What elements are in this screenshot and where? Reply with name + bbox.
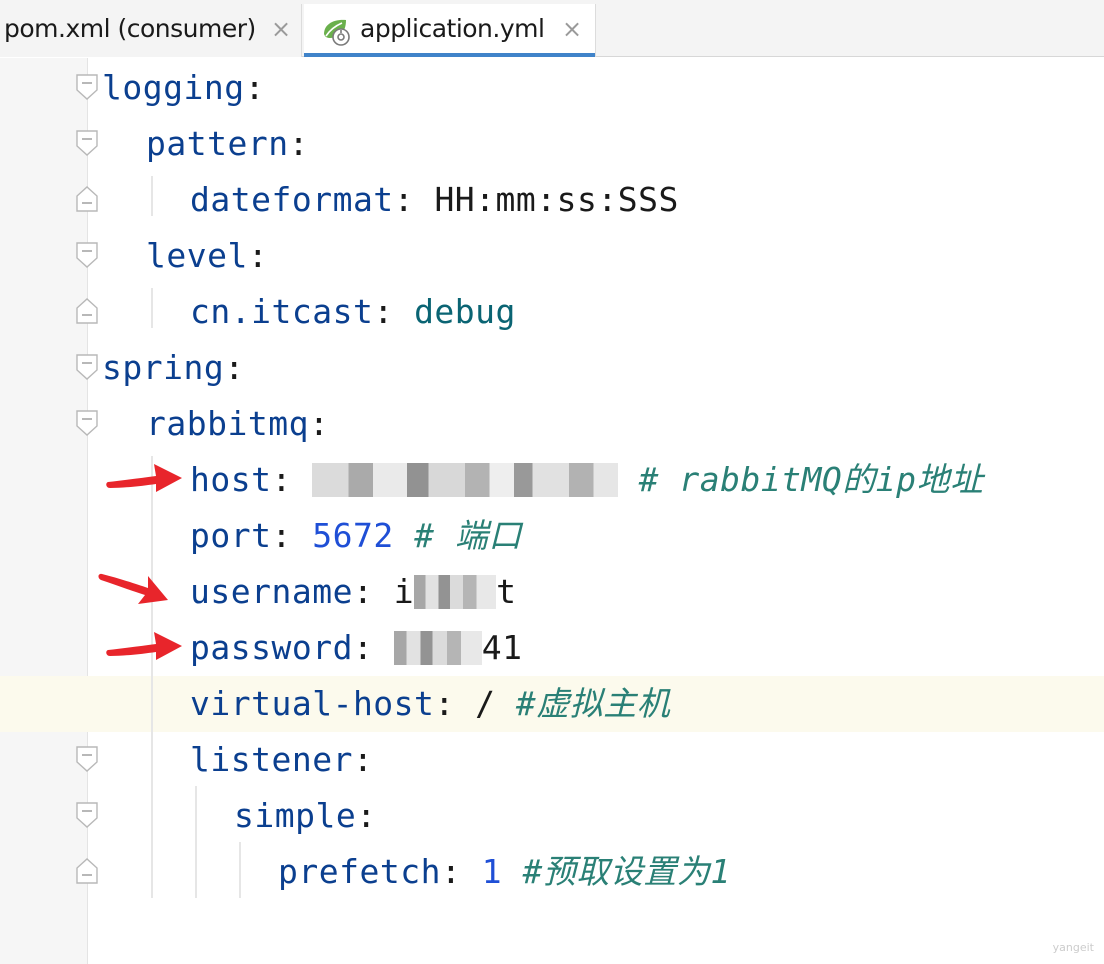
code-line-level[interactable]: level:: [146, 228, 268, 284]
yaml-colon: :: [352, 628, 374, 667]
yaml-key: host: [190, 460, 272, 499]
yaml-colon: :: [308, 404, 330, 443]
yaml-value: HH:mm:ss:SSS: [434, 180, 679, 219]
yaml-key: rabbitmq: [146, 404, 309, 443]
code-line-simple[interactable]: simple:: [234, 788, 377, 844]
fold-marker-icon[interactable]: [76, 242, 98, 268]
active-tab-indicator: [304, 53, 595, 57]
code-line-host[interactable]: host: # rabbitMQ的ip地址: [190, 452, 984, 508]
yaml-colon: :: [393, 180, 415, 219]
code-line-prefetch[interactable]: prefetch: 1 #预取设置为1: [278, 844, 731, 900]
yaml-value: debug: [414, 292, 516, 331]
tab-label: pom.xml (consumer): [4, 14, 256, 43]
code-line-username[interactable]: username: i t: [190, 564, 516, 620]
yaml-value: /: [475, 684, 496, 723]
host-line-arrow: [106, 464, 182, 492]
yaml-colon: :: [271, 460, 292, 499]
tab-label: application.yml: [360, 14, 545, 43]
yaml-comment: #预取设置为1: [522, 852, 731, 891]
yaml-colon: :: [288, 124, 309, 163]
yaml-value: 5672: [312, 516, 394, 555]
close-icon[interactable]: ×: [562, 17, 582, 41]
code-line-spring[interactable]: spring:: [102, 340, 245, 396]
tab-pom-xml[interactable]: pom.xml (consumer) ×: [0, 4, 302, 57]
yaml-key: prefetch: [278, 852, 441, 891]
yaml-colon: :: [244, 68, 265, 107]
editor-gutter: [0, 58, 88, 964]
code-editor[interactable]: logging: pattern: dateformat: HH:mm:ss:S…: [0, 58, 1104, 964]
yaml-key: virtual-host: [190, 684, 435, 723]
yaml-key: logging: [102, 68, 245, 107]
yaml-key: cn.itcast: [190, 292, 374, 331]
spring-leaf-icon: [324, 19, 350, 46]
redacted-password: [393, 630, 482, 665]
fold-marker-icon[interactable]: [76, 410, 98, 436]
yaml-value-end: 41: [481, 628, 523, 667]
indent-guide: [151, 288, 153, 328]
fold-marker-icon[interactable]: [76, 74, 98, 100]
code-line-logging[interactable]: logging:: [102, 60, 265, 116]
fold-end-marker-icon[interactable]: [76, 858, 98, 884]
redacted-host-value: [312, 462, 619, 497]
yaml-key: port: [190, 516, 272, 555]
fold-end-marker-icon[interactable]: [76, 298, 98, 324]
redacted-username: [414, 574, 497, 609]
yaml-comment: # rabbitMQ的ip地址: [638, 460, 984, 499]
yaml-key: listener: [190, 740, 353, 779]
yaml-key: spring: [102, 348, 225, 387]
code-line-pattern[interactable]: pattern:: [146, 116, 309, 172]
code-line-rabbitmq[interactable]: rabbitmq:: [146, 396, 329, 452]
yaml-colon: :: [352, 740, 374, 779]
close-icon[interactable]: ×: [271, 17, 291, 41]
yaml-key: simple: [234, 796, 357, 835]
code-line-port[interactable]: port: 5672 # 端口: [190, 508, 522, 564]
code-line-dateformat[interactable]: dateformat: HH:mm:ss:SSS: [190, 172, 679, 228]
code-line-cn-itcast[interactable]: cn.itcast: debug: [190, 284, 516, 340]
tab-application-yml[interactable]: application.yml ×: [304, 4, 596, 57]
yaml-comment: #虚拟主机: [515, 684, 671, 723]
yaml-value-start: i: [393, 572, 415, 611]
yaml-comment: # 端口: [414, 516, 522, 555]
code-line-virtual-host[interactable]: virtual-host: / #虚拟主机: [190, 676, 670, 732]
indent-guide: [239, 842, 241, 898]
password-line-arrow: [106, 632, 182, 660]
yaml-key: dateformat: [190, 180, 394, 219]
yaml-colon: :: [224, 348, 245, 387]
gutter-caret-highlight: [0, 676, 88, 732]
watermark: yangeit: [1052, 941, 1094, 954]
fold-marker-icon[interactable]: [76, 802, 98, 828]
yaml-colon: :: [373, 292, 394, 331]
fold-marker-icon[interactable]: [76, 746, 98, 772]
fold-marker-icon[interactable]: [76, 354, 98, 380]
yaml-key: pattern: [146, 124, 289, 163]
indent-guide: [195, 786, 197, 898]
fold-end-marker-icon[interactable]: [76, 186, 98, 212]
yaml-colon: :: [247, 236, 269, 275]
code-line-password[interactable]: password: 41: [190, 620, 522, 676]
yaml-colon: :: [352, 572, 374, 611]
yaml-value: 1: [481, 852, 503, 891]
yaml-key: username: [190, 572, 353, 611]
indent-guide: [151, 176, 153, 216]
username-line-arrow: [98, 573, 168, 604]
yaml-colon: :: [356, 796, 377, 835]
yaml-colon: :: [271, 516, 292, 555]
fold-marker-icon[interactable]: [76, 130, 98, 156]
yaml-key: password: [190, 628, 353, 667]
yaml-colon: :: [440, 852, 462, 891]
editor-tab-bar: pom.xml (consumer) × application.yml ×: [0, 0, 1104, 57]
yaml-value-end: t: [496, 572, 517, 611]
yaml-key: level: [146, 236, 248, 275]
code-line-listener[interactable]: listener:: [190, 732, 373, 788]
yaml-colon: :: [434, 684, 455, 723]
indent-guide: [151, 456, 153, 898]
